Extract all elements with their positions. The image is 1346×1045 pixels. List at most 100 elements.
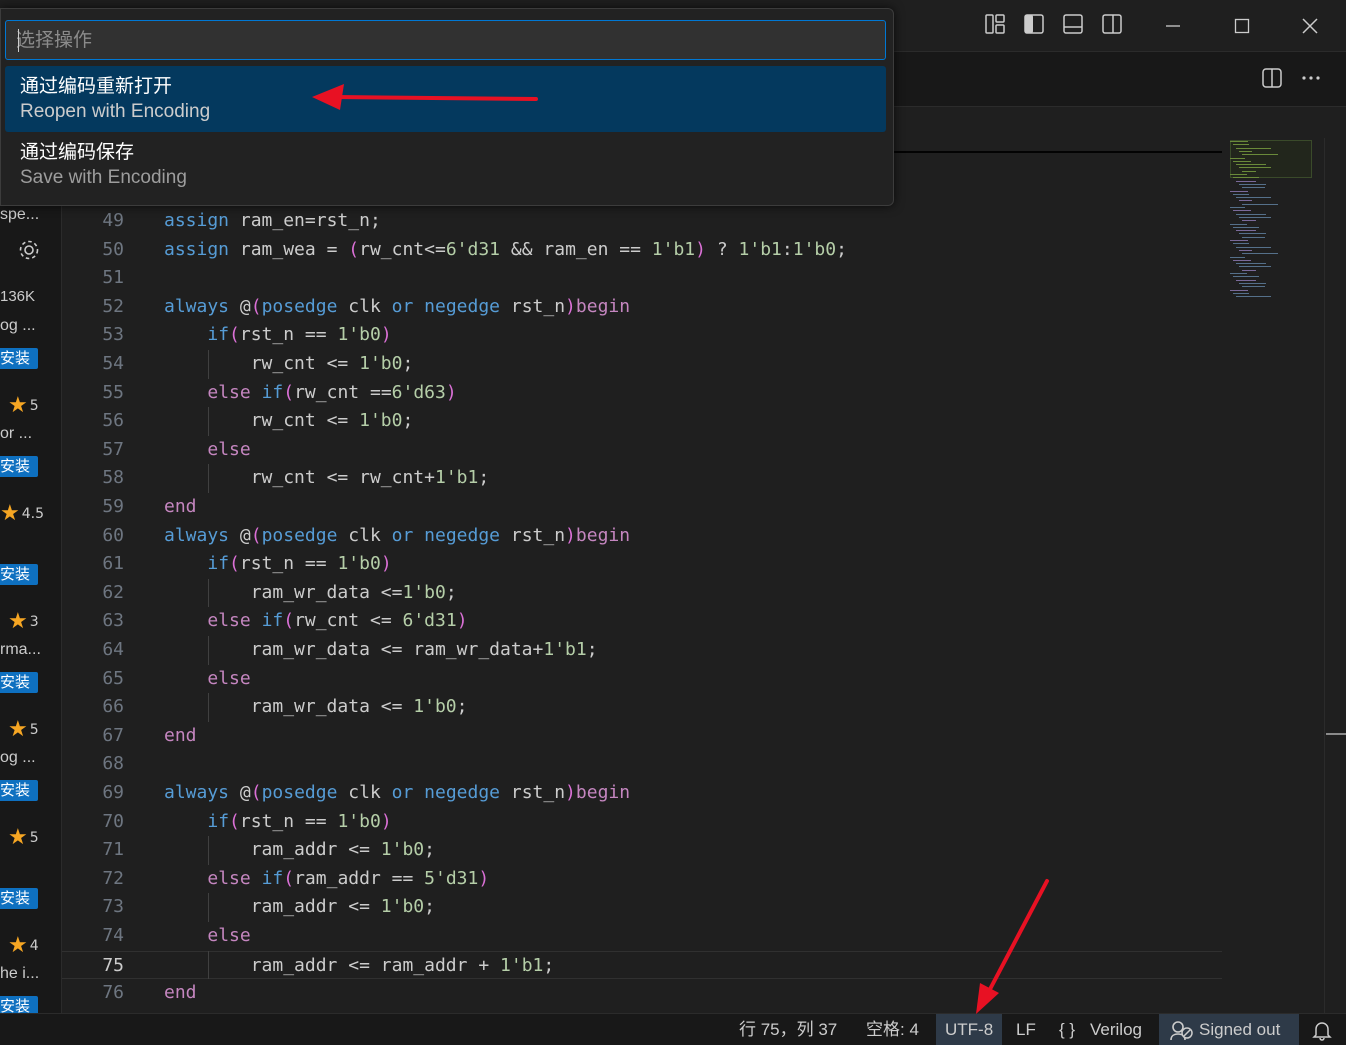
rating-value: 4.5 — [21, 506, 44, 522]
line-source: else — [207, 667, 251, 689]
minimap-line — [1239, 282, 1266, 284]
extension-name[interactable]: spe... — [0, 206, 39, 224]
customize-layout-icon[interactable] — [983, 12, 1007, 36]
palette-item-reopen-with-encoding[interactable]: 通过编码重新打开 Reopen with Encoding — [5, 66, 886, 132]
code-line[interactable]: 62 ram_wr_data <=1'b0; — [62, 579, 1222, 608]
code-line[interactable]: 68 — [62, 750, 1222, 779]
command-palette-input[interactable]: 选择操作 — [5, 20, 886, 60]
code-line[interactable]: 51 — [62, 264, 1222, 293]
minimap-line — [1233, 144, 1249, 146]
line-source: else if(rw_cnt <= 6'd31) — [207, 610, 468, 632]
indent-guide — [208, 578, 210, 608]
code-line[interactable]: 76 end — [62, 979, 1222, 1008]
code-line[interactable]: 56 rw_cnt <= 1'b0; — [62, 407, 1222, 436]
code-line[interactable]: 60 always @(posedge clk or negedge rst_n)… — [62, 522, 1222, 551]
line-number: 71 — [102, 839, 124, 861]
code-line[interactable]: 49 assign ram_en=rst_n; — [62, 207, 1222, 236]
code-line[interactable]: 70 if(rst_n == 1'b0) — [62, 808, 1222, 837]
extension-name[interactable]: or ... — [0, 425, 32, 443]
palette-item-save-with-encoding[interactable]: 通过编码保存 Save with Encoding — [5, 132, 886, 198]
minimap-line — [1233, 259, 1251, 261]
more-actions-icon[interactable] — [1299, 66, 1323, 90]
minimap-line — [1233, 276, 1260, 278]
minimap-line — [1242, 203, 1278, 205]
toggle-panel-icon[interactable] — [1061, 12, 1085, 36]
code-line[interactable]: 64 ram_wr_data <= ram_wr_data+1'b1; — [62, 636, 1222, 665]
maximize-icon[interactable] — [1219, 8, 1265, 44]
code-line[interactable]: 69 always @(posedge clk or negedge rst_n)… — [62, 779, 1222, 808]
code-line[interactable]: 63 else if(rw_cnt <= 6'd31) — [62, 607, 1222, 636]
line-source: always @(posedge clk or negedge rst_n)be… — [164, 782, 631, 803]
code-line[interactable]: 74 else — [62, 922, 1222, 951]
indentation[interactable]: 空格: 4 — [866, 1014, 919, 1045]
install-button[interactable]: 安装 — [0, 780, 38, 801]
code-line[interactable]: 54 rw_cnt <= 1'b0; — [62, 350, 1222, 379]
minimap-line — [1242, 170, 1256, 172]
line-number: 59 — [102, 496, 124, 517]
install-button[interactable]: 安装 — [0, 564, 38, 585]
install-button[interactable]: 安装 — [0, 888, 38, 909]
code-line[interactable]: 58 rw_cnt <= rw_cnt+1'b1; — [62, 464, 1222, 493]
code-line[interactable]: 50 assign ram_wea = (rw_cnt<=6'd31 && ram… — [62, 236, 1222, 265]
code-line[interactable]: 52 always @(posedge clk or negedge rst_n)… — [62, 293, 1222, 322]
line-source: else — [207, 925, 251, 946]
code-line[interactable]: 75 ram_addr <= ram_addr + 1'b1; — [62, 950, 1222, 980]
star-icon: ★ — [0, 501, 20, 526]
code-line[interactable]: 67 end — [62, 722, 1222, 751]
star-icon: ★ — [8, 609, 28, 634]
install-button[interactable]: 安装 — [0, 996, 38, 1013]
split-editor-icon[interactable] — [1260, 66, 1284, 90]
minimap-line — [1236, 147, 1271, 149]
end-of-line[interactable]: LF — [1016, 1014, 1036, 1045]
install-button[interactable]: 安装 — [0, 672, 38, 693]
accounts-icon — [1170, 1021, 1193, 1041]
extension-name[interactable]: he i... — [0, 965, 39, 983]
line-source: else if(rw_cnt ==6'd63) — [207, 381, 457, 403]
toggle-secondary-sidebar-icon[interactable] — [1100, 12, 1124, 36]
toggle-primary-sidebar-icon[interactable] — [1022, 12, 1046, 36]
extension-name[interactable]: og ... — [0, 749, 36, 767]
code-line[interactable]: 66 ram_wr_data <= 1'b0; — [62, 693, 1222, 722]
code-line[interactable]: 61 if(rst_n == 1'b0) — [62, 550, 1222, 579]
line-source: rw_cnt <= rw_cnt+1'b1; — [250, 467, 490, 489]
code-line[interactable]: 72 else if(ram_addr == 5'd31) — [62, 865, 1222, 894]
close-icon[interactable] — [1287, 8, 1333, 44]
minimap[interactable] — [1222, 107, 1324, 1013]
extension-rating: ★ 5 — [8, 719, 39, 741]
minimap-line — [1230, 207, 1245, 208]
code-editor[interactable]: 49 assign ram_en=rst_n; 50 assign ram_wea =… — [62, 151, 1222, 1013]
extension-name[interactable]: rma... — [0, 641, 41, 659]
code-line[interactable]: 73 ram_addr <= 1'b0; — [62, 893, 1222, 922]
cursor-position[interactable]: 行 75，列 37 — [739, 1014, 837, 1045]
code-line[interactable]: 53 if(rst_n == 1'b0) — [62, 321, 1222, 350]
extension-rating: ★ 5 — [8, 827, 39, 849]
line-number: 60 — [102, 524, 124, 546]
code-line[interactable]: 65 else — [62, 665, 1222, 694]
minimap-slider[interactable] — [1230, 140, 1312, 178]
language-mode[interactable]: Verilog — [1090, 1014, 1142, 1045]
minimap-line — [1236, 263, 1266, 265]
code-line[interactable]: 57 else — [62, 436, 1222, 465]
code-line[interactable]: 71 ram_addr <= 1'b0; — [62, 836, 1222, 865]
line-source: if(rst_n == 1'b0) — [207, 810, 392, 832]
minimap-line — [1236, 246, 1271, 248]
extension-rating: ★ 4.5 — [0, 503, 44, 525]
minimap-line — [1230, 174, 1247, 175]
code-line[interactable]: 59 end — [62, 493, 1222, 522]
install-button[interactable]: 安装 — [0, 456, 38, 477]
minimap-line — [1230, 289, 1248, 291]
code-line[interactable]: 55 else if(rw_cnt ==6'd63) — [62, 379, 1222, 408]
minimize-icon[interactable] — [1150, 8, 1196, 44]
encoding-indicator[interactable]: UTF-8 — [936, 1014, 1003, 1045]
gear-icon[interactable] — [17, 238, 41, 262]
line-number: 64 — [102, 639, 124, 660]
extension-name[interactable]: og ... — [0, 317, 36, 335]
line-number: 58 — [102, 467, 124, 489]
minimap-line — [1233, 177, 1260, 179]
editor-scrollbar[interactable] — [1324, 138, 1346, 1013]
minimap-line — [1242, 154, 1278, 156]
install-button[interactable]: 安装 — [0, 348, 38, 369]
bell-icon[interactable] — [1311, 1019, 1333, 1041]
line-source: ram_addr <= 1'b0; — [250, 839, 435, 861]
line-number: 69 — [102, 782, 124, 803]
